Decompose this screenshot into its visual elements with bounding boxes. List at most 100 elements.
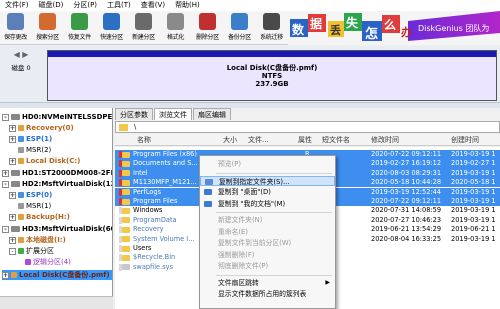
content-tabs: 分区参数 浏览文件 扇区编辑 bbox=[115, 108, 232, 120]
tree-node[interactable]: - 扩展分区 bbox=[9, 246, 54, 256]
tree-node[interactable]: + ESP(0) bbox=[9, 190, 52, 200]
expand-icon[interactable]: + bbox=[2, 271, 9, 279]
tree-node[interactable]: + Local Disk(C盘备份.pmf) bbox=[2, 270, 112, 280]
banner-char-5: 怎 bbox=[365, 27, 379, 42]
file-created-time: 2019-03-19 1 bbox=[451, 215, 496, 224]
expand-icon[interactable]: + bbox=[9, 213, 16, 221]
folder-icon bbox=[122, 226, 130, 233]
file-name: Program Files bbox=[133, 197, 178, 205]
path-bar[interactable]: \ bbox=[115, 121, 500, 133]
tree-node[interactable]: - HD2:MsftVirtualDisk(12 bbox=[2, 179, 112, 189]
context-menu-item: 预览(P) bbox=[200, 159, 335, 169]
expand-icon[interactable]: + bbox=[9, 157, 16, 165]
file-name: Intel bbox=[133, 168, 148, 177]
collapse-icon[interactable]: - bbox=[2, 180, 9, 188]
file-modified-time: 2020-08-03 08:29:31 bbox=[371, 168, 442, 177]
tree-node[interactable]: 逻辑分区(4) bbox=[16, 257, 71, 267]
tree-node[interactable]: + Recovery(0) bbox=[9, 123, 74, 133]
toolbar-button-0[interactable]: 保存更改 bbox=[2, 12, 29, 44]
disk-nav-arrows-icon[interactable]: ◀ ▶ bbox=[6, 50, 36, 59]
tree-node[interactable]: MSR(1) bbox=[9, 201, 51, 211]
expand-icon[interactable]: + bbox=[9, 236, 16, 244]
partition-block[interactable]: Local Disk(C盘备份.pmf) NTFS 237.9GB bbox=[47, 50, 497, 101]
disk-nav[interactable]: ◀ ▶ 磁盘 0 bbox=[6, 50, 36, 72]
menu-item-4[interactable]: 查看(V) bbox=[136, 0, 170, 11]
collapse-icon[interactable]: - bbox=[2, 113, 9, 121]
column-header[interactable]: 创建时间 bbox=[451, 134, 479, 146]
column-header[interactable]: 名称 bbox=[137, 134, 151, 146]
tree-node[interactable]: + 本地磁盘(I:) bbox=[9, 235, 66, 245]
tree-node[interactable]: + Backup(H:) bbox=[9, 212, 70, 222]
tree-node-label: Backup(H:) bbox=[26, 213, 70, 221]
folder-icon bbox=[122, 236, 130, 243]
partition-icon bbox=[25, 259, 31, 265]
folder-icon bbox=[122, 151, 130, 158]
collapse-icon[interactable]: - bbox=[9, 247, 16, 255]
tab-2[interactable]: 扇区编辑 bbox=[193, 108, 231, 120]
copy-icon bbox=[204, 189, 212, 195]
new-partition-icon bbox=[135, 13, 152, 30]
menu-item-1[interactable]: 磁盘(D) bbox=[34, 0, 69, 11]
menu-item-0[interactable]: 文件(F) bbox=[0, 0, 34, 11]
promo-banner[interactable]: 数 据 丢 失 怎 么 办 DiskGenius 团队为 bbox=[288, 11, 500, 45]
file-modified-time: 2019-03-19 12:52:44 bbox=[371, 187, 442, 196]
tab-0[interactable]: 分区参数 bbox=[115, 108, 153, 120]
toolbar-button-3[interactable]: 快速分区 bbox=[98, 12, 125, 44]
tree-node[interactable]: - HD3:MsftVirtualDisk(60 bbox=[2, 224, 112, 234]
column-header[interactable]: 短文件名 bbox=[322, 134, 350, 146]
context-menu-item: 复制文件到当前分区(W) bbox=[200, 238, 335, 248]
tree-node-label: Local Disk(C盘备份.pmf) bbox=[19, 271, 110, 279]
partition-icon bbox=[18, 125, 24, 131]
column-header[interactable]: 文件... bbox=[248, 134, 269, 146]
toolbar-button-7[interactable]: 备份分区 bbox=[226, 12, 253, 44]
context-menu-item[interactable]: 复制到指定文件夹(S)... bbox=[200, 175, 335, 186]
tree-node[interactable]: + ESP(1) bbox=[9, 134, 52, 144]
toolbar-button-4[interactable]: 新建分区 bbox=[130, 12, 157, 44]
expand-icon[interactable]: + bbox=[9, 124, 16, 132]
collapse-icon[interactable]: - bbox=[2, 225, 9, 233]
folder-icon bbox=[122, 207, 130, 214]
tab-1[interactable]: 浏览文件 bbox=[154, 108, 192, 120]
column-header[interactable]: 属性 bbox=[298, 134, 312, 146]
tree-node[interactable]: + Local Disk(C:) bbox=[9, 156, 80, 166]
column-header[interactable]: 大小 bbox=[223, 134, 237, 146]
context-menu-item[interactable]: 文件扇区跳转 ▶ bbox=[200, 278, 335, 288]
expand-icon[interactable]: + bbox=[9, 135, 16, 143]
folder-icon bbox=[122, 198, 130, 205]
tree-node[interactable]: + HD1:ST2000DM008-2FR bbox=[2, 168, 112, 178]
context-menu-item[interactable]: 显示文件数据所占用的簇列表 bbox=[200, 289, 335, 299]
toolbar-button-8[interactable]: 系统迁移 bbox=[258, 12, 285, 44]
file-created-time: 2019-06-21 1 bbox=[451, 225, 496, 234]
toolbar-button-2[interactable]: 恢复文件 bbox=[66, 12, 93, 44]
format-icon bbox=[167, 13, 184, 30]
tree-scrollbar[interactable] bbox=[0, 296, 113, 309]
context-menu-item[interactable]: 复制到 "我的文档"(M) bbox=[200, 199, 335, 209]
tree-node[interactable]: MSR(2) bbox=[9, 145, 51, 155]
context-menu-item[interactable]: 复制到 "桌面"(D) bbox=[200, 187, 335, 197]
toolbar-label: 保存更改 bbox=[4, 34, 27, 41]
expand-icon[interactable]: + bbox=[2, 169, 9, 177]
toolbar-button-1[interactable]: 搜索分区 bbox=[34, 12, 61, 44]
file-created-time: 2019-03-19 1 bbox=[451, 187, 496, 196]
disk-icon bbox=[11, 181, 20, 187]
column-header[interactable]: 修改时间 bbox=[371, 134, 399, 146]
toolbar-button-5[interactable]: 格式化 bbox=[162, 12, 189, 44]
file-created-time: 2019-03-19 1 bbox=[451, 150, 496, 158]
menu-item-2[interactable]: 分区(P) bbox=[68, 0, 102, 11]
menu-item-5[interactable]: 帮助(H) bbox=[170, 0, 205, 11]
context-menu-label: 预览(P) bbox=[218, 160, 241, 168]
partition-icon bbox=[18, 136, 24, 142]
tree-node[interactable]: - HD0:NVMeINTELSSDPEI bbox=[2, 112, 113, 122]
expand-icon[interactable]: + bbox=[9, 191, 16, 199]
folder-icon bbox=[122, 170, 130, 177]
file-name: ProgramData bbox=[133, 215, 177, 224]
disk-map: ◀ ▶ 磁盘 0 Local Disk(C盘备份.pmf) NTFS 237.9… bbox=[0, 46, 500, 103]
context-menu-label: 复制到 "我的文档"(M) bbox=[218, 199, 286, 208]
context-menu: 预览(P) 复制到指定文件夹(S)... 复制到 "桌面"(D) 复制到 "我的文档"… bbox=[199, 155, 336, 309]
toolbar-button-6[interactable]: 删除分区 bbox=[194, 12, 221, 44]
partition-name: Local Disk(C盘备份.pmf) bbox=[226, 64, 318, 72]
tree-node-label: Local Disk(C:) bbox=[26, 157, 81, 165]
tree-node-label: HD0:NVMeINTELSSDPEI bbox=[22, 113, 113, 121]
partition-icon bbox=[11, 272, 17, 278]
menu-item-3[interactable]: 工具(T) bbox=[102, 0, 136, 11]
